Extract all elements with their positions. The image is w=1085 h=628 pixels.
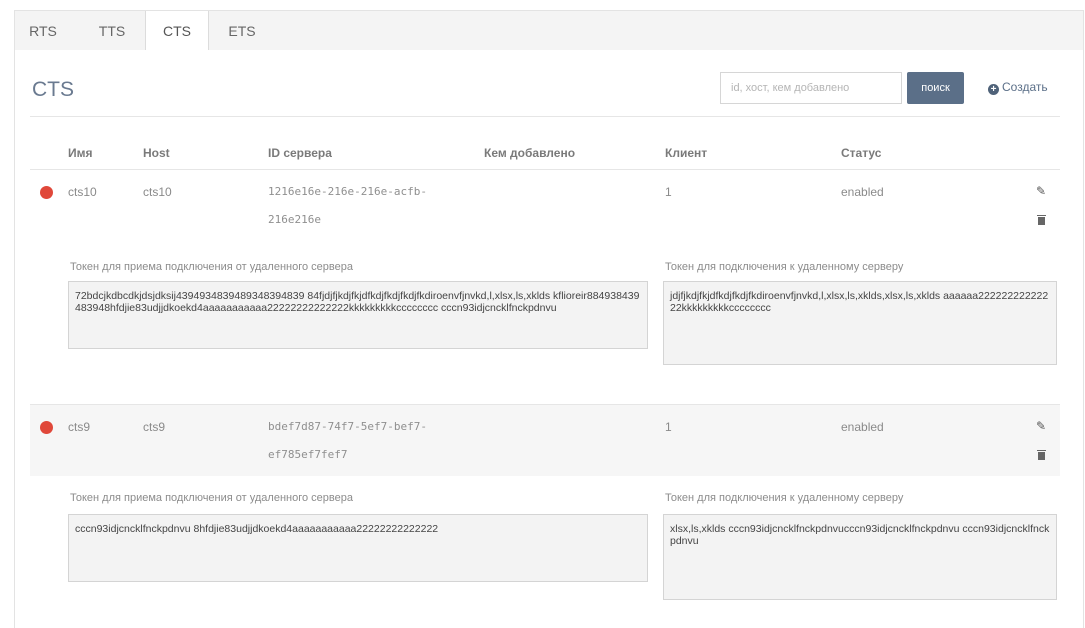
- page-title: CTS: [32, 78, 74, 101]
- row-server-id-line2: 216e216e: [268, 213, 321, 226]
- create-button[interactable]: + Создать: [988, 80, 1048, 95]
- column-header-server-id: ID сервера: [268, 146, 332, 160]
- header-divider: [30, 116, 1060, 117]
- create-label: Создать: [1002, 80, 1048, 94]
- token-out-field[interactable]: jdjfjkdjfkjdfkdjfkdjfkdiroenvfjnvkd,l,xl…: [663, 281, 1057, 365]
- row-host: cts9: [143, 420, 166, 434]
- search-input[interactable]: [720, 72, 902, 104]
- column-header-name: Имя: [68, 146, 93, 160]
- token-in-field[interactable]: 72bdcjkdbcdkjdsjdksij4394934839489348394…: [68, 281, 648, 349]
- status-dot: [40, 186, 53, 199]
- row-status: enabled: [841, 420, 884, 434]
- token-out-label: Токен для подключения к удаленному серве…: [665, 261, 904, 273]
- row-client: 1: [665, 185, 672, 199]
- token-out-field[interactable]: xlsx,ls,xklds cccn93idjcncklfnckpdnvuccc…: [663, 514, 1057, 600]
- tab-bar: RTS TTS CTS ETS: [14, 10, 1084, 52]
- row-server-id-line1: bdef7d87-74f7-5ef7-bef7-: [268, 420, 427, 433]
- column-header-host: Host: [143, 146, 170, 160]
- row-server-id: 1216e16e-216e-216e-acfb- 216e216e: [268, 178, 427, 234]
- pencil-icon[interactable]: ✎: [1036, 419, 1046, 433]
- row-server-id: bdef7d87-74f7-5ef7-bef7- ef785ef7fef7: [268, 413, 427, 469]
- column-header-status: Статус: [841, 146, 882, 160]
- row-server-id-line1: 1216e16e-216e-216e-acfb-: [268, 185, 427, 198]
- pencil-icon[interactable]: ✎: [1036, 184, 1046, 198]
- search-button[interactable]: поиск: [907, 72, 964, 104]
- trash-icon[interactable]: [1037, 450, 1046, 460]
- row-host: cts10: [143, 185, 172, 199]
- row-client: 1: [665, 420, 672, 434]
- trash-icon[interactable]: [1037, 215, 1046, 225]
- row-status: enabled: [841, 185, 884, 199]
- plus-circle-icon: +: [988, 84, 999, 95]
- token-in-label: Токен для приема подключения от удаленно…: [70, 492, 353, 504]
- tab-cts[interactable]: CTS: [145, 11, 209, 52]
- row-name: cts10: [68, 185, 97, 199]
- status-dot: [40, 421, 53, 434]
- row-name: cts9: [68, 420, 91, 434]
- token-in-label: Токен для приема подключения от удаленно…: [70, 261, 353, 273]
- column-header-client: Клиент: [665, 146, 708, 160]
- column-header-added-by: Кем добавлено: [484, 146, 576, 160]
- row-highlight: [30, 404, 1060, 476]
- token-in-field[interactable]: cccn93idjcncklfnckpdnvu 8hfdjie83udjjdko…: [68, 514, 648, 582]
- token-out-label: Токен для подключения к удаленному серве…: [665, 492, 904, 504]
- row-divider: [30, 404, 1060, 405]
- tab-rts[interactable]: RTS: [15, 11, 71, 51]
- tab-ets[interactable]: ETS: [213, 11, 271, 51]
- tab-tts[interactable]: TTS: [85, 11, 139, 51]
- row-server-id-line2: ef785ef7fef7: [268, 448, 348, 461]
- header-row-divider: [30, 169, 1060, 170]
